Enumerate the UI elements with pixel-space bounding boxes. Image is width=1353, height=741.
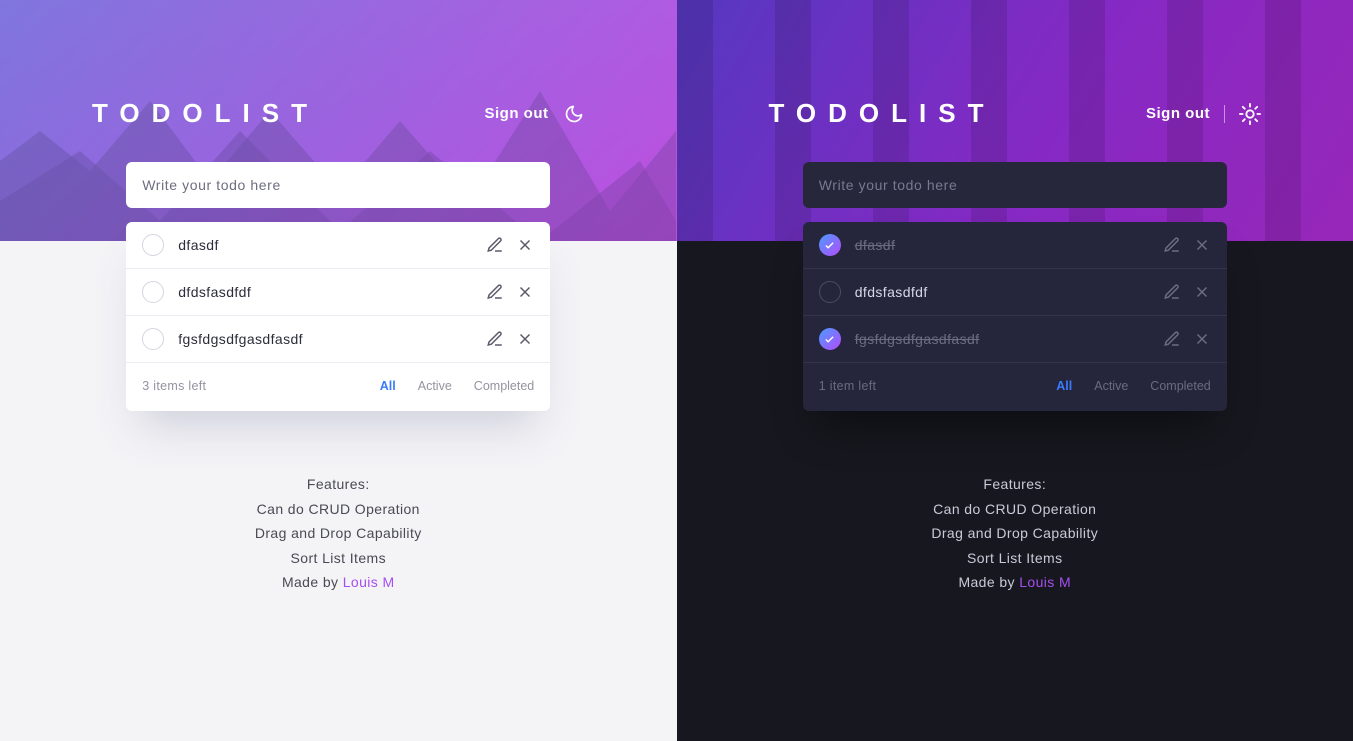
new-todo-input[interactable]: [126, 162, 550, 208]
complete-checkbox[interactable]: [819, 281, 841, 303]
edit-icon: [1163, 330, 1181, 348]
filter-group: All Active Completed: [380, 379, 534, 393]
todo-list: dfasdf dfdsfasdfdf fgsfdgsdfgasdfasd: [803, 222, 1227, 411]
app-title: TODOLIST: [769, 98, 996, 129]
row-actions: [1163, 236, 1211, 254]
close-icon: [516, 330, 534, 348]
filter-active[interactable]: Active: [1094, 379, 1128, 393]
todo-row[interactable]: dfasdf: [803, 222, 1227, 269]
todo-panel: dfasdf dfdsfasdfdf fgsfdgsdfgasdfasd: [803, 162, 1227, 411]
new-todo-input[interactable]: [803, 162, 1227, 208]
features-heading: Features:: [0, 472, 677, 497]
todo-panel: dfasdf dfdsfasdfdf fgsfdgsdfgasdfasdf: [126, 162, 550, 411]
app-title: TODOLIST: [92, 98, 319, 129]
check-icon: [824, 240, 835, 251]
todo-label: dfasdf: [178, 237, 472, 253]
feature-line: Sort List Items: [677, 546, 1353, 571]
header-divider: [1224, 105, 1225, 123]
todo-row[interactable]: dfasdf: [126, 222, 550, 269]
row-actions: [486, 236, 534, 254]
complete-checkbox[interactable]: [819, 234, 841, 256]
author-link[interactable]: Louis M: [343, 574, 395, 590]
header: TODOLIST Sign out: [769, 98, 1262, 129]
credit-line: Made by Louis M: [0, 570, 677, 595]
edit-button[interactable]: [1163, 283, 1181, 301]
complete-checkbox[interactable]: [142, 281, 164, 303]
close-icon: [516, 283, 534, 301]
todo-row[interactable]: fgsfdgsdfgasdfasdf: [126, 316, 550, 363]
edit-icon: [1163, 283, 1181, 301]
theme-toggle-button[interactable]: [1239, 103, 1261, 125]
filter-completed[interactable]: Completed: [1150, 379, 1210, 393]
filter-all[interactable]: All: [1056, 379, 1072, 393]
filter-all[interactable]: All: [380, 379, 396, 393]
items-left-label: 1 item left: [819, 379, 877, 393]
edit-icon: [486, 330, 504, 348]
delete-button[interactable]: [516, 330, 534, 348]
complete-checkbox[interactable]: [819, 328, 841, 350]
filter-active[interactable]: Active: [418, 379, 452, 393]
row-actions: [486, 283, 534, 301]
close-icon: [1193, 330, 1211, 348]
complete-checkbox[interactable]: [142, 234, 164, 256]
sign-out-button[interactable]: Sign out: [1146, 105, 1210, 122]
edit-icon: [1163, 236, 1181, 254]
edit-button[interactable]: [486, 236, 504, 254]
features-block: Features: Can do CRUD Operation Drag and…: [0, 472, 677, 595]
todo-label: fgsfdgsdfgasdfasdf: [855, 331, 1149, 347]
light-theme-pane: TODOLIST Sign out dfasdf dfdsfasdfdf: [0, 0, 677, 741]
header-actions: Sign out: [485, 103, 585, 125]
header: TODOLIST Sign out: [92, 98, 585, 129]
todo-row[interactable]: dfdsfasdfdf: [126, 269, 550, 316]
credit-line: Made by Louis M: [677, 570, 1353, 595]
todo-list: dfasdf dfdsfasdfdf fgsfdgsdfgasdfasdf: [126, 222, 550, 411]
todo-row[interactable]: dfdsfasdfdf: [803, 269, 1227, 316]
sign-out-button[interactable]: Sign out: [485, 105, 549, 122]
row-actions: [486, 330, 534, 348]
todo-label: fgsfdgsdfgasdfasdf: [178, 331, 472, 347]
features-heading: Features:: [677, 472, 1353, 497]
dark-theme-pane: TODOLIST Sign out dfasdf: [677, 0, 1353, 741]
moon-icon: [564, 104, 584, 124]
features-block: Features: Can do CRUD Operation Drag and…: [677, 472, 1353, 595]
sun-icon: [1239, 103, 1261, 125]
items-left-label: 3 items left: [142, 379, 206, 393]
delete-button[interactable]: [1193, 283, 1211, 301]
edit-icon: [486, 283, 504, 301]
header-actions: Sign out: [1146, 103, 1261, 125]
made-by-prefix: Made by: [958, 574, 1019, 590]
made-by-prefix: Made by: [282, 574, 343, 590]
check-icon: [824, 334, 835, 345]
edit-button[interactable]: [1163, 330, 1181, 348]
todo-label: dfdsfasdfdf: [855, 284, 1149, 300]
todo-label: dfasdf: [855, 237, 1149, 253]
filter-completed[interactable]: Completed: [474, 379, 534, 393]
edit-button[interactable]: [1163, 236, 1181, 254]
delete-button[interactable]: [1193, 236, 1211, 254]
theme-toggle-button[interactable]: [563, 103, 585, 125]
close-icon: [516, 236, 534, 254]
edit-button[interactable]: [486, 283, 504, 301]
list-footer: 1 item left All Active Completed: [803, 363, 1227, 411]
feature-line: Drag and Drop Capability: [0, 521, 677, 546]
feature-line: Drag and Drop Capability: [677, 521, 1353, 546]
row-actions: [1163, 283, 1211, 301]
edit-button[interactable]: [486, 330, 504, 348]
delete-button[interactable]: [516, 236, 534, 254]
feature-line: Sort List Items: [0, 546, 677, 571]
feature-line: Can do CRUD Operation: [0, 497, 677, 522]
complete-checkbox[interactable]: [142, 328, 164, 350]
edit-icon: [486, 236, 504, 254]
todo-row[interactable]: fgsfdgsdfgasdfasdf: [803, 316, 1227, 363]
row-actions: [1163, 330, 1211, 348]
feature-line: Can do CRUD Operation: [677, 497, 1353, 522]
list-footer: 3 items left All Active Completed: [126, 363, 550, 411]
author-link[interactable]: Louis M: [1019, 574, 1071, 590]
close-icon: [1193, 283, 1211, 301]
close-icon: [1193, 236, 1211, 254]
filter-group: All Active Completed: [1056, 379, 1210, 393]
delete-button[interactable]: [516, 283, 534, 301]
todo-label: dfdsfasdfdf: [178, 284, 472, 300]
delete-button[interactable]: [1193, 330, 1211, 348]
